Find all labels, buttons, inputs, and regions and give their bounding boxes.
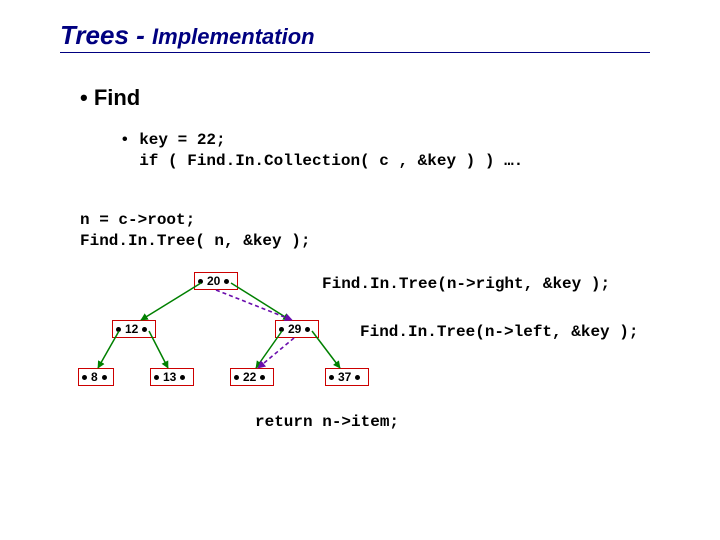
pointer-dot: [260, 375, 265, 380]
tree-node-ll: 8: [78, 368, 114, 386]
slide-title: Trees - Implementation: [60, 20, 315, 51]
trace-root-to-right: [216, 290, 292, 320]
node-value: 20: [203, 274, 224, 288]
pointer-dot: [305, 327, 310, 332]
trace-right-to-rl: [258, 338, 294, 368]
pointer-dot: [224, 279, 229, 284]
tree-node-rr: 37: [325, 368, 369, 386]
node-value: 37: [334, 370, 355, 384]
return-line: return n->item;: [255, 413, 399, 431]
pointer-dot: [180, 375, 185, 380]
title-sep: -: [129, 20, 152, 50]
code-block-1: • key = 22; if ( Find.In.Collection( c ,…: [120, 130, 523, 172]
edge-root-left: [141, 283, 201, 320]
edge-root-right: [231, 283, 290, 320]
node-value: 22: [239, 370, 260, 384]
pointer-dot: [102, 375, 107, 380]
node-value: 8: [87, 370, 102, 384]
tree-node-root: 20: [194, 272, 238, 290]
bullet-find: • Find: [80, 85, 140, 111]
code-line-root: n = c->root;: [80, 210, 310, 231]
tree-node-right: 29: [275, 320, 319, 338]
tree-node-lr: 13: [150, 368, 194, 386]
title-underline: [60, 52, 650, 53]
node-value: 13: [159, 370, 180, 384]
node-value: 12: [121, 322, 142, 336]
code-line-if: if ( Find.In.Collection( c , &key ) ) ….: [120, 151, 523, 172]
title-sub: Implementation: [152, 24, 315, 49]
call-find-right: Find.In.Tree(n->right, &key );: [322, 275, 610, 293]
code-block-2: n = c->root; Find.In.Tree( n, &key );: [80, 210, 310, 252]
node-value: 29: [284, 322, 305, 336]
pointer-dot: [142, 327, 147, 332]
code-line-key: • key = 22;: [120, 130, 523, 151]
call-find-left: Find.In.Tree(n->left, &key );: [360, 323, 638, 341]
code-line-findtree: Find.In.Tree( n, &key );: [80, 231, 310, 252]
tree-node-rl: 22: [230, 368, 274, 386]
tree-node-left: 12: [112, 320, 156, 338]
tree-edges-overlay: [0, 0, 720, 540]
title-main: Trees: [60, 20, 129, 50]
pointer-dot: [355, 375, 360, 380]
